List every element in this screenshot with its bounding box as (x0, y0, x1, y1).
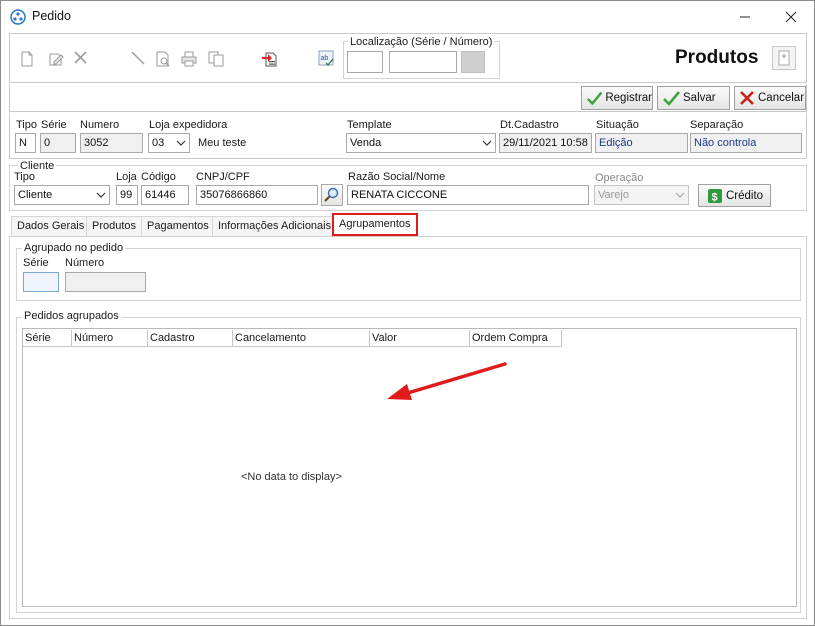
operacao-select: Varejo (594, 185, 689, 205)
column-header-cadastro[interactable]: Cadastro (148, 330, 233, 347)
agrupado-numero-field (65, 272, 146, 292)
agrupado-group-label: Agrupado no pedido (22, 242, 126, 254)
agrupado-serie-label: Série (23, 257, 49, 269)
loja-expedidora-select[interactable]: 03 (148, 133, 190, 153)
loja-expedidora-name: Meu teste (198, 137, 247, 149)
pencil-icon[interactable] (129, 49, 147, 67)
separacao-label: Separação (690, 119, 744, 131)
edit-document-icon[interactable] (47, 50, 65, 68)
products-button[interactable] (772, 46, 796, 70)
cliente-codigo-field[interactable]: 61446 (141, 185, 189, 205)
products-icon (778, 50, 790, 66)
numero-field: 3052 (80, 133, 143, 153)
agrupado-numero-label: Número (65, 257, 105, 269)
separacao-field: Não controla (690, 133, 802, 153)
cnpj-field[interactable]: 35076866860 (196, 185, 318, 205)
dt-cadastro-field: 29/11/2021 10:58 (499, 133, 592, 153)
cancel-x-icon (740, 91, 754, 105)
new-document-icon[interactable] (18, 50, 36, 68)
tab-informacoes-adicionais[interactable]: Informações Adicionais (212, 216, 338, 236)
loja-expedidora-label: Loja expedidora (149, 119, 228, 131)
window-title: Pedido (32, 9, 71, 23)
localizacao-numero-input[interactable] (389, 51, 457, 73)
operacao-value: Varejo (598, 189, 629, 201)
svg-text:ab: ab (321, 55, 329, 62)
situacao-field: Edição (595, 133, 688, 153)
cancelar-label: Cancelar (758, 92, 805, 104)
operacao-label: Operação (595, 172, 644, 184)
cliente-tipo-select[interactable]: Cliente (14, 185, 110, 205)
situacao-label: Situação (596, 119, 639, 131)
credito-button[interactable]: $ Crédito (698, 184, 771, 207)
check-icon (663, 91, 680, 106)
close-button[interactable] (768, 1, 814, 32)
search-icon (324, 187, 339, 202)
credito-label: Crédito (726, 189, 764, 202)
column-header-cancelamento[interactable]: Cancelamento (233, 330, 370, 347)
chevron-down-icon (675, 192, 685, 198)
cliente-loja-label: Loja (116, 171, 137, 183)
salvar-label: Salvar (683, 92, 716, 104)
pedido-window: Pedido ab Localização (Série / Número) P… (0, 0, 815, 626)
minimize-button[interactable] (722, 1, 768, 32)
tipo-label: Tipo (16, 119, 37, 131)
chevron-down-icon (96, 192, 106, 198)
cancelar-button[interactable]: Cancelar (734, 86, 806, 110)
cliente-tipo-label: Tipo (14, 171, 35, 183)
razao-label: Razão Social/Nome (348, 171, 446, 183)
print-preview-icon[interactable] (154, 50, 172, 68)
template-value: Venda (350, 137, 382, 149)
tab-produtos[interactable]: Produtos (86, 216, 143, 236)
column-header-serie[interactable]: Série (23, 330, 72, 347)
registrar-label: Registrar (605, 92, 652, 104)
annotation-arrow-icon (387, 362, 507, 400)
dt-cadastro-label: Dt.Cadastro (500, 119, 559, 131)
delete-icon[interactable] (72, 49, 90, 67)
spellcheck-icon[interactable]: ab (317, 49, 335, 67)
template-select[interactable]: Venda (346, 133, 496, 153)
column-header-ordem-compra[interactable]: Ordem Compra (470, 330, 562, 347)
localizacao-search-button[interactable] (461, 51, 485, 73)
grid-empty-text: <No data to display> (241, 471, 342, 483)
export-document-icon[interactable] (261, 49, 279, 67)
registrar-button[interactable]: Registrar (581, 86, 653, 110)
printer-icon[interactable] (180, 50, 198, 68)
svg-text:$: $ (712, 191, 718, 203)
serie-label: Série (41, 119, 67, 131)
salvar-button[interactable]: Salvar (657, 86, 730, 110)
tipo-field[interactable]: N (15, 133, 36, 153)
title-bar: Pedido (1, 1, 814, 32)
column-header-numero[interactable]: Número (72, 330, 148, 347)
minimize-icon (740, 16, 750, 17)
loja-expedidora-value: 03 (152, 137, 165, 149)
copy-document-icon[interactable] (207, 50, 225, 68)
localizacao-serie-input[interactable] (347, 51, 383, 73)
template-label: Template (347, 119, 392, 131)
numero-label: Numero (80, 119, 120, 131)
cnpj-label: CNPJ/CPF (196, 171, 250, 183)
cliente-codigo-label: Código (141, 171, 176, 183)
chevron-down-icon (176, 140, 186, 146)
chevron-down-icon (482, 140, 492, 146)
cliente-loja-field[interactable]: 99 (116, 185, 138, 205)
close-icon (785, 11, 797, 22)
tab-dados-gerais[interactable]: Dados Gerais (11, 216, 91, 236)
header-title: Produtos (675, 47, 759, 68)
cliente-search-button[interactable] (321, 184, 343, 206)
tab-agrupamentos[interactable]: Agrupamentos (332, 213, 418, 236)
check-icon (586, 91, 603, 106)
tab-pagamentos[interactable]: Pagamentos (141, 216, 215, 236)
app-icon (10, 9, 26, 25)
razao-field[interactable]: RENATA CICCONE (347, 185, 589, 205)
agrupado-serie-field[interactable] (23, 272, 59, 292)
cliente-tipo-value: Cliente (18, 189, 53, 201)
pedidos-agrupados-label: Pedidos agrupados (22, 310, 121, 322)
localizacao-label: Localização (Série / Número) (348, 36, 495, 48)
column-header-valor[interactable]: Valor (370, 330, 470, 347)
serie-field: 0 (40, 133, 76, 153)
money-icon: $ (708, 188, 722, 203)
